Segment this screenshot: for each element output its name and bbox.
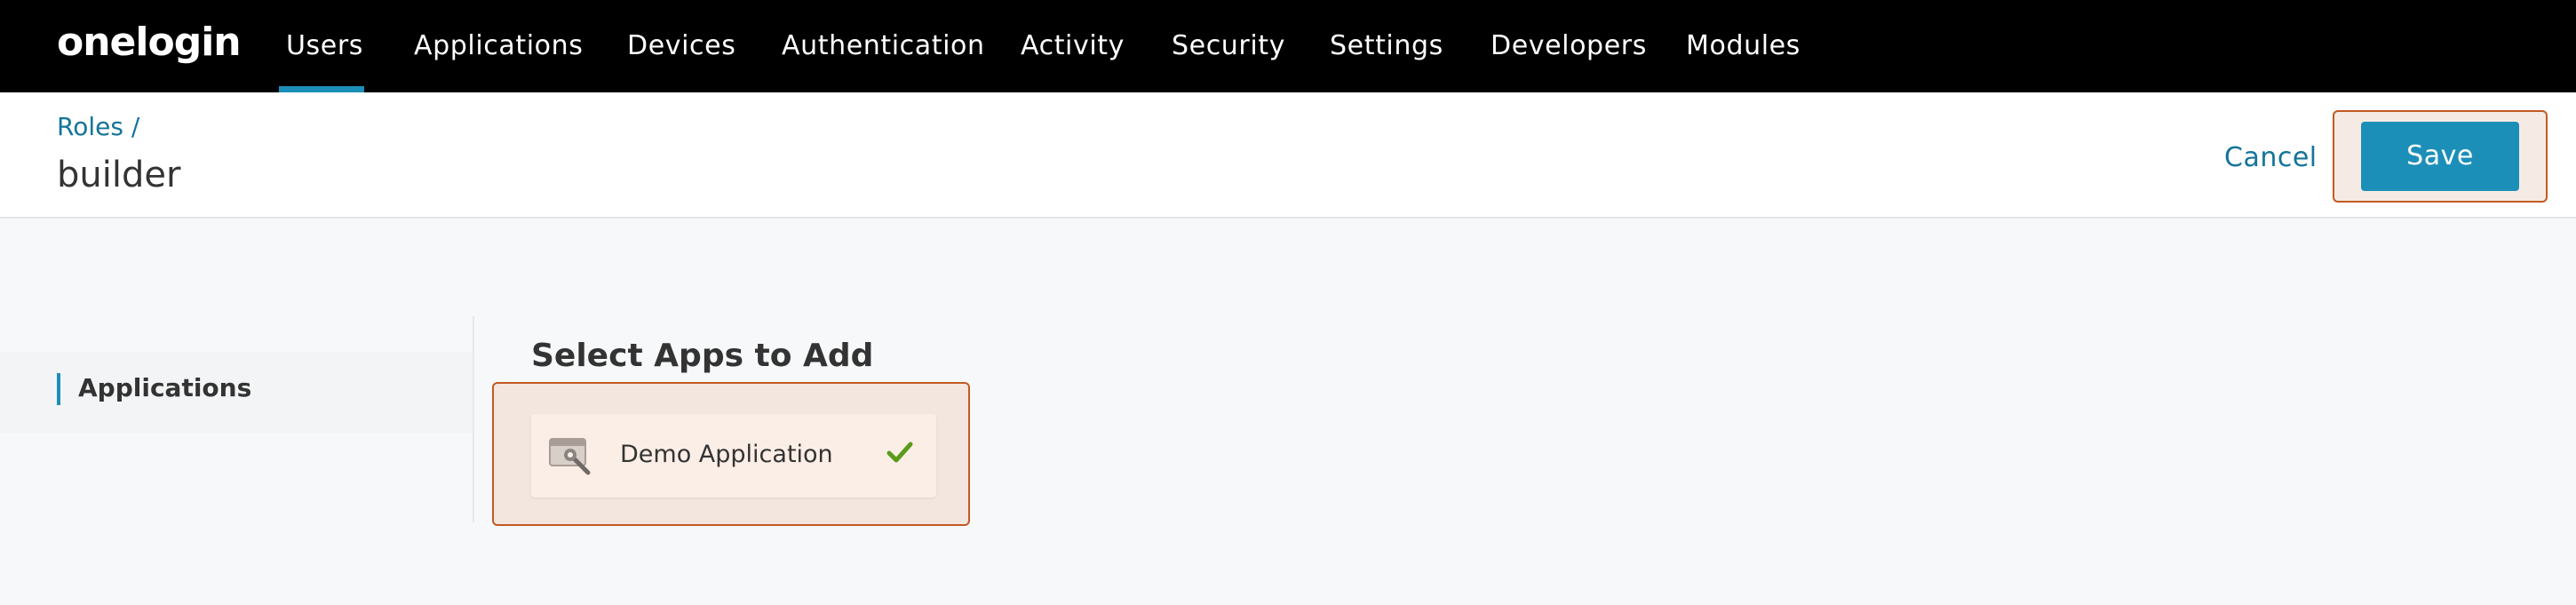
sidebar-divider [473,316,474,522]
top-nav: onelogin Users Applications Devices Auth… [0,0,2576,92]
nav-item-activity[interactable]: Activity [1021,0,1125,92]
sidebar-active-marker [57,373,60,405]
cancel-button[interactable]: Cancel [2224,142,2318,173]
nav-item-modules[interactable]: Modules [1686,0,1801,92]
section-title: Select Apps to Add [531,338,874,374]
nav-item-security[interactable]: Security [1172,0,1285,92]
nav-item-users[interactable]: Users [286,0,363,92]
app-wrench-icon [549,435,593,476]
checkmark-icon [886,441,913,466]
nav-item-devices[interactable]: Devices [627,0,735,92]
sidebar-item-label: Applications [78,373,252,402]
sidebar-item-applications[interactable]: Applications [0,352,473,434]
app-card-demo-application[interactable]: Demo Application [531,414,936,498]
nav-item-authentication[interactable]: Authentication [782,0,985,92]
page-header: Roles / builder Cancel [0,92,2576,219]
save-button[interactable]: Save [2361,122,2519,191]
active-nav-indicator [279,86,364,92]
onelogin-logo[interactable]: onelogin [57,20,242,65]
page-title: builder [57,155,181,195]
app-name: Demo Application [620,441,833,468]
nav-item-applications[interactable]: Applications [414,0,583,92]
nav-item-settings[interactable]: Settings [1330,0,1443,92]
nav-item-developers[interactable]: Developers [1491,0,1647,92]
breadcrumb-roles[interactable]: Roles / [57,112,139,141]
